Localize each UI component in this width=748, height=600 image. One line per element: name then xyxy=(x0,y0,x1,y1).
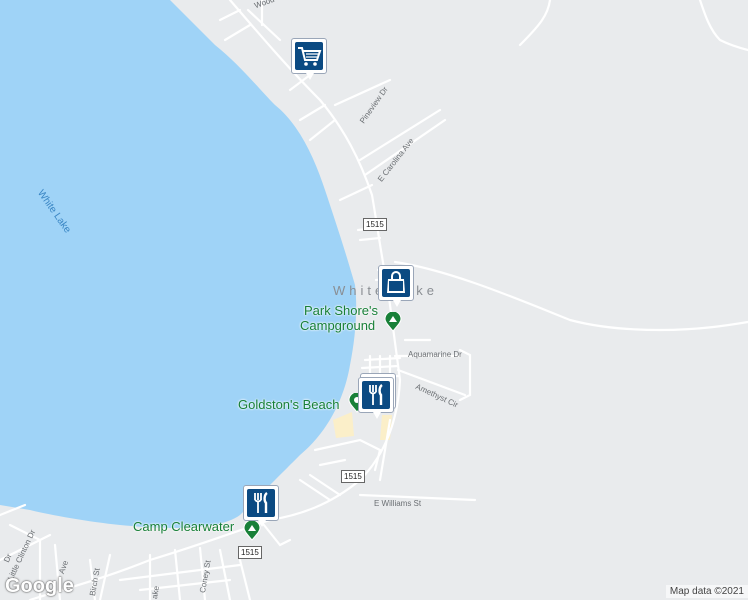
road-label-aquamarine: Aquamarine Dr xyxy=(408,350,462,359)
campground-icon[interactable] xyxy=(384,312,402,332)
google-logo[interactable]: Google xyxy=(5,575,74,598)
route-shield: 1515 xyxy=(363,218,387,231)
poi-label-park-shore-2[interactable]: Campground xyxy=(300,318,375,333)
poi-label-park-shore-1[interactable]: Park Shore's xyxy=(304,303,378,318)
map-canvas[interactable] xyxy=(0,0,748,600)
shopping-bag-icon xyxy=(387,271,405,293)
shopping-cart-icon xyxy=(298,47,322,66)
route-shield: 1515 xyxy=(341,470,365,483)
fork-knife-icon xyxy=(369,384,383,405)
poi-label-camp-clearwater[interactable]: Camp Clearwater xyxy=(133,519,234,534)
map-attribution[interactable]: Map data ©2021 xyxy=(665,585,748,598)
route-shield: 1515 xyxy=(238,546,262,559)
shopping-cart-marker[interactable] xyxy=(291,38,327,80)
restaurant-marker-1[interactable] xyxy=(358,377,394,419)
restaurant-marker-2[interactable] xyxy=(243,485,279,527)
poi-label-goldstons[interactable]: Goldston's Beach xyxy=(238,397,340,412)
shopping-bag-marker[interactable] xyxy=(378,265,414,307)
fork-knife-icon xyxy=(254,492,268,513)
road-label-williams: E Williams St xyxy=(374,499,422,508)
